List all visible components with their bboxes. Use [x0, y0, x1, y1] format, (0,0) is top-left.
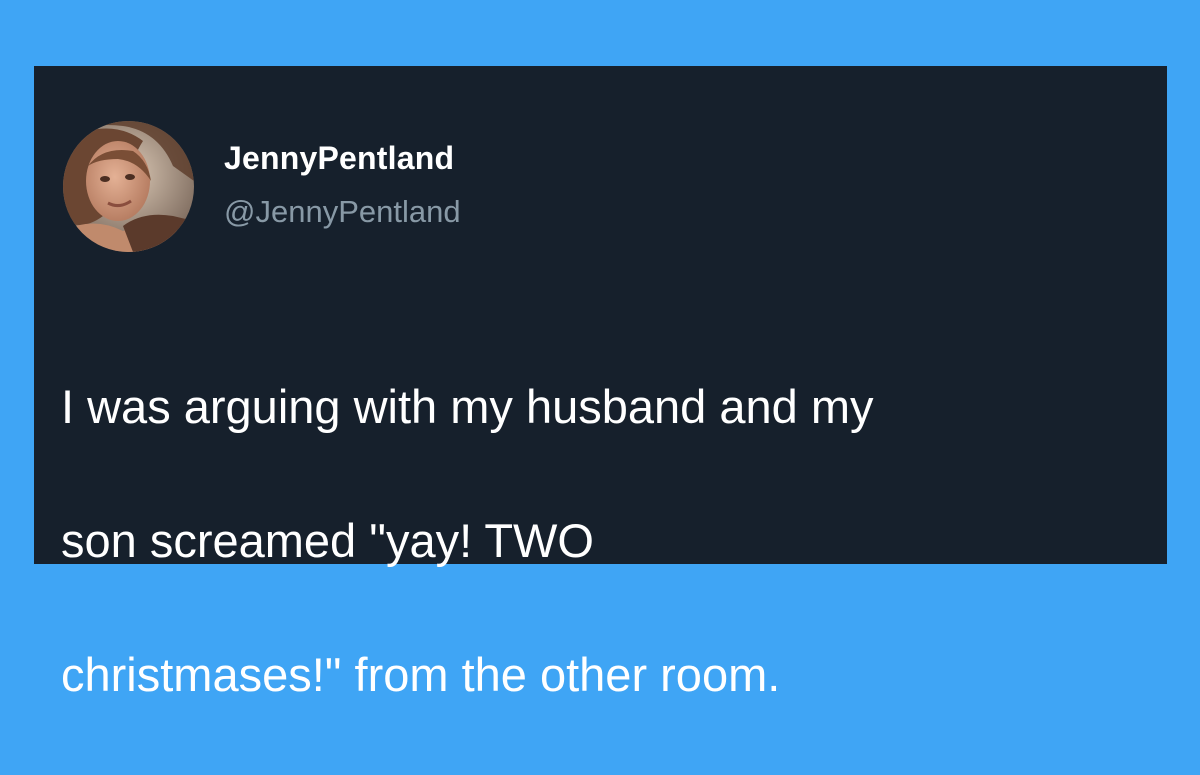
avatar[interactable] — [63, 121, 194, 252]
user-handle[interactable]: @JennyPentland — [224, 194, 461, 230]
tweet-text-line-2: son screamed "yay! TWO — [61, 514, 594, 567]
tweet-card: JennyPentland @JennyPentland I was argui… — [34, 66, 1167, 701]
tweet-text-line-3: christmases!" from the other room. — [61, 648, 781, 701]
tweet-text-line-1: I was arguing with my husband and my — [61, 380, 874, 433]
profile-photo-icon — [63, 121, 194, 252]
display-name[interactable]: JennyPentland — [224, 140, 454, 177]
tweet-text: I was arguing with my husband and my son… — [61, 306, 1151, 775]
